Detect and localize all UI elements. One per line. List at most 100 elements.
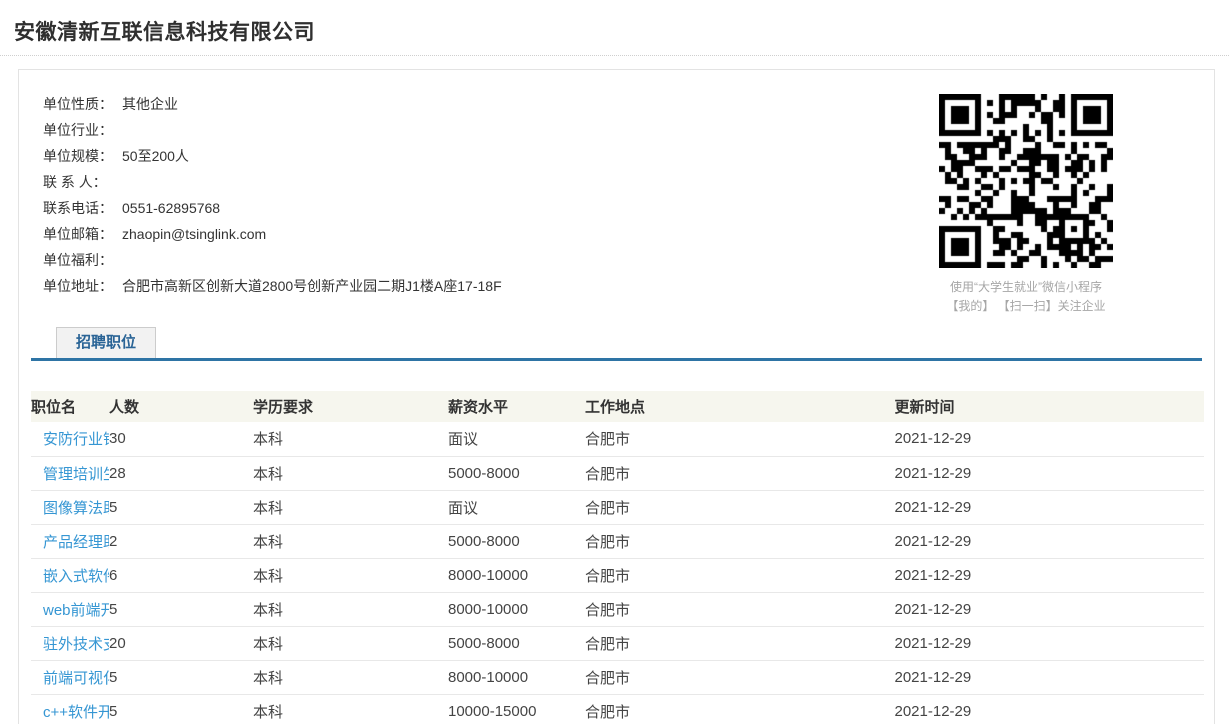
info-field-label: 单位行业： xyxy=(43,122,113,138)
job-salary-cell: 10000-15000 xyxy=(448,694,585,724)
job-location-cell: 合肥市 xyxy=(585,524,895,558)
job-row: 安防行业销售 30 本科 面议 合肥市 2021-12-29 xyxy=(31,422,1204,456)
tab-recruit-positions[interactable]: 招聘职位 xyxy=(56,327,156,358)
company-panel: 单位性质： 其他企业 单位行业： 单位规模： 50至200人 联 系 人： 联系电话… xyxy=(18,69,1215,724)
job-name-cell: 前端可视化开发工程师 xyxy=(31,660,109,694)
job-updated-cell: 2021-12-29 xyxy=(895,524,1205,558)
job-name-cell: 管理培训生 xyxy=(31,456,109,490)
job-location-cell: 合肥市 xyxy=(585,626,895,660)
job-salary-cell: 5000-8000 xyxy=(448,626,585,660)
job-name-cell: 产品经理助理 xyxy=(31,524,109,558)
job-count-cell: 20 xyxy=(109,626,253,660)
job-count-cell: 28 xyxy=(109,456,253,490)
job-salary-cell: 面议 xyxy=(448,490,585,524)
job-name-cell: 驻外技术支持工程师 xyxy=(31,626,109,660)
job-education-cell: 本科 xyxy=(253,456,448,490)
jobs-table-body: 安防行业销售 30 本科 面议 合肥市 2021-12-29 管理培训生 28 … xyxy=(31,422,1204,724)
job-count-cell: 5 xyxy=(109,660,253,694)
job-education-cell: 本科 xyxy=(253,626,448,660)
job-location-cell: 合肥市 xyxy=(585,660,895,694)
job-title-link[interactable]: web前端开发工程师 xyxy=(43,602,109,619)
job-title-link[interactable]: c++软件开发工程师 xyxy=(43,704,109,721)
job-row: 驻外技术支持工程师 20 本科 5000-8000 合肥市 2021-12-29 xyxy=(31,626,1204,660)
info-field-value: zhaopin@tsinglink.com xyxy=(122,226,266,242)
job-salary-cell: 8000-10000 xyxy=(448,558,585,592)
qr-caption-line1: 使用“大学生就业”微信小程序 xyxy=(926,278,1126,297)
info-field-label: 单位规模： xyxy=(43,148,113,164)
job-salary-cell: 5000-8000 xyxy=(448,524,585,558)
job-name-cell: 安防行业销售 xyxy=(31,422,109,456)
job-title-link[interactable]: 嵌入式软件工程师 xyxy=(43,568,109,585)
job-education-cell: 本科 xyxy=(253,558,448,592)
job-title-link[interactable]: 前端可视化开发工程师 xyxy=(43,670,109,687)
job-location-cell: 合肥市 xyxy=(585,490,895,524)
info-field-value: 50至200人 xyxy=(122,148,189,164)
job-updated-cell: 2021-12-29 xyxy=(895,558,1205,592)
job-title-link[interactable]: 驻外技术支持工程师 xyxy=(43,636,109,653)
qr-caption: 使用“大学生就业”微信小程序 【我的】 【扫一扫】关注企业 xyxy=(926,278,1126,316)
job-title-link[interactable]: 安防行业销售 xyxy=(43,431,109,448)
jobs-table: 职位名人数学历要求薪资水平工作地点更新时间 安防行业销售 30 本科 面议 合肥… xyxy=(31,391,1204,724)
job-title-link[interactable]: 图像算法助理工程师（实习生） xyxy=(43,500,109,517)
job-updated-cell: 2021-12-29 xyxy=(895,660,1205,694)
job-education-cell: 本科 xyxy=(253,524,448,558)
job-education-cell: 本科 xyxy=(253,660,448,694)
info-field-label: 单位福利： xyxy=(43,252,113,268)
job-location-cell: 合肥市 xyxy=(585,592,895,626)
job-count-cell: 2 xyxy=(109,524,253,558)
job-updated-cell: 2021-12-29 xyxy=(895,422,1205,456)
qr-caption-line2: 【我的】 【扫一扫】关注企业 xyxy=(926,297,1126,316)
job-updated-cell: 2021-12-29 xyxy=(895,456,1205,490)
job-name-cell: 图像算法助理工程师（实习生） xyxy=(31,490,109,524)
qr-panel: 使用“大学生就业”微信小程序 【我的】 【扫一扫】关注企业 xyxy=(926,94,1126,316)
job-name-cell: 嵌入式软件工程师 xyxy=(31,558,109,592)
page-header: 安徽清新互联信息科技有限公司 xyxy=(0,0,1229,56)
qr-code-icon xyxy=(939,94,1113,268)
jobs-table-column-header: 薪资水平 xyxy=(448,391,585,422)
job-row: web前端开发工程师 5 本科 8000-10000 合肥市 2021-12-2… xyxy=(31,592,1204,626)
info-field-label: 单位地址： xyxy=(43,278,113,294)
job-education-cell: 本科 xyxy=(253,422,448,456)
info-field-label: 联 系 人： xyxy=(43,174,107,190)
info-field-label: 单位邮箱： xyxy=(43,226,113,242)
job-row: 嵌入式软件工程师 6 本科 8000-10000 合肥市 2021-12-29 xyxy=(31,558,1204,592)
info-field-value: 0551-62895768 xyxy=(122,200,220,216)
info-field-value: 合肥市高新区创新大道2800号创新产业园二期J1楼A座17-18F xyxy=(122,278,502,294)
job-education-cell: 本科 xyxy=(253,490,448,524)
job-location-cell: 合肥市 xyxy=(585,456,895,490)
job-location-cell: 合肥市 xyxy=(585,558,895,592)
jobs-table-column-header: 职位名 xyxy=(31,391,109,422)
job-count-cell: 6 xyxy=(109,558,253,592)
info-field-label: 联系电话： xyxy=(43,200,113,216)
job-location-cell: 合肥市 xyxy=(585,422,895,456)
jobs-table-header-row: 职位名人数学历要求薪资水平工作地点更新时间 xyxy=(31,391,1204,422)
tab-bar: 招聘职位 xyxy=(31,328,1202,361)
job-row: 产品经理助理 2 本科 5000-8000 合肥市 2021-12-29 xyxy=(31,524,1204,558)
job-row: 图像算法助理工程师（实习生） 5 本科 面议 合肥市 2021-12-29 xyxy=(31,490,1204,524)
job-education-cell: 本科 xyxy=(253,592,448,626)
job-count-cell: 5 xyxy=(109,694,253,724)
job-salary-cell: 5000-8000 xyxy=(448,456,585,490)
job-title-link[interactable]: 产品经理助理 xyxy=(43,534,109,551)
job-count-cell: 30 xyxy=(109,422,253,456)
job-row: c++软件开发工程师 5 本科 10000-15000 合肥市 2021-12-… xyxy=(31,694,1204,724)
company-name-title: 安徽清新互联信息科技有限公司 xyxy=(14,16,1229,46)
job-location-cell: 合肥市 xyxy=(585,694,895,724)
job-education-cell: 本科 xyxy=(253,694,448,724)
job-salary-cell: 面议 xyxy=(448,422,585,456)
job-updated-cell: 2021-12-29 xyxy=(895,592,1205,626)
job-salary-cell: 8000-10000 xyxy=(448,660,585,694)
job-salary-cell: 8000-10000 xyxy=(448,592,585,626)
job-updated-cell: 2021-12-29 xyxy=(895,626,1205,660)
jobs-table-column-header: 人数 xyxy=(109,391,253,422)
job-count-cell: 5 xyxy=(109,592,253,626)
job-row: 管理培训生 28 本科 5000-8000 合肥市 2021-12-29 xyxy=(31,456,1204,490)
job-title-link[interactable]: 管理培训生 xyxy=(43,466,109,483)
jobs-table-column-header: 更新时间 xyxy=(895,391,1205,422)
job-updated-cell: 2021-12-29 xyxy=(895,694,1205,724)
job-count-cell: 5 xyxy=(109,490,253,524)
info-field-label: 单位性质： xyxy=(43,96,113,112)
job-updated-cell: 2021-12-29 xyxy=(895,490,1205,524)
jobs-table-column-header: 学历要求 xyxy=(253,391,448,422)
info-field-value: 其他企业 xyxy=(122,96,178,112)
